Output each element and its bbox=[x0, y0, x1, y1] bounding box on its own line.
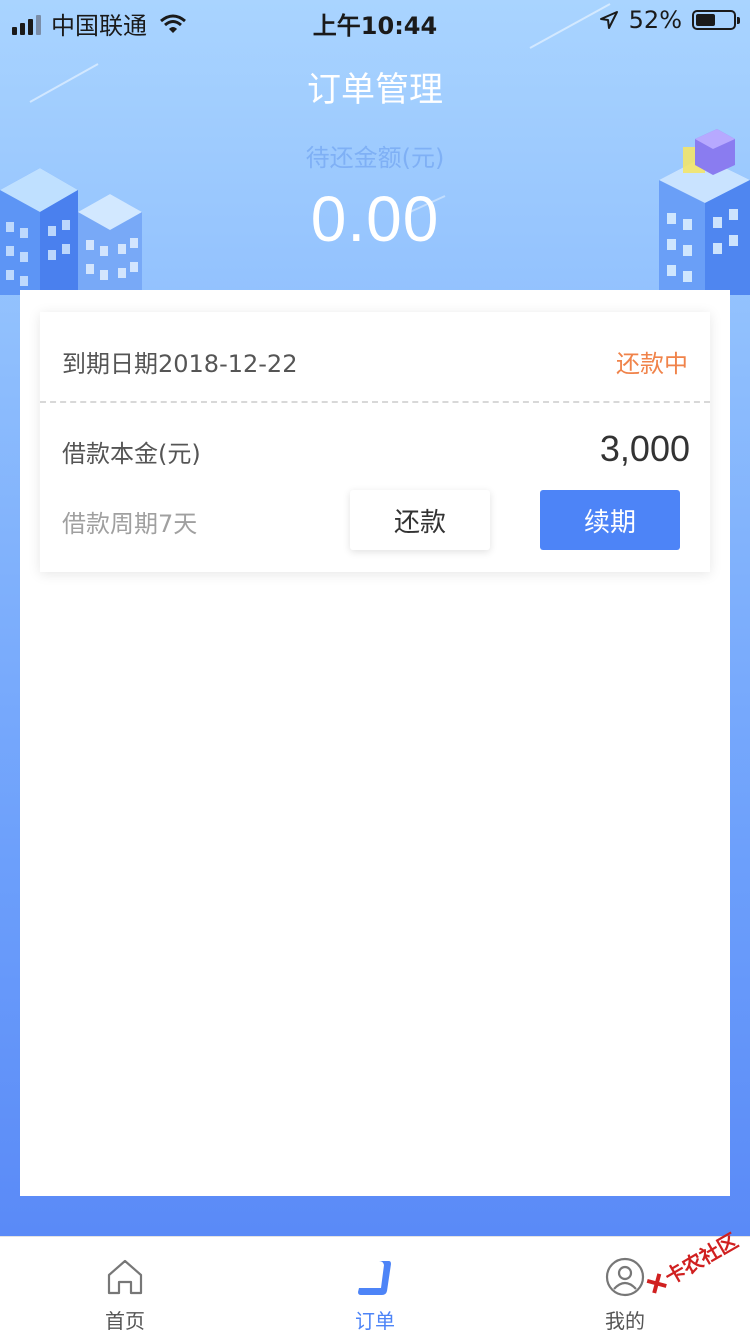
tab-orders[interactable]: 订单 bbox=[250, 1237, 500, 1335]
tab-profile-label: 我的 bbox=[605, 1309, 645, 1333]
order-status-badge: 还款中 bbox=[616, 350, 688, 378]
profile-icon bbox=[605, 1257, 645, 1297]
tab-home[interactable]: 首页 bbox=[0, 1237, 250, 1335]
page-title: 订单管理 bbox=[307, 70, 443, 110]
order-icon bbox=[358, 1261, 391, 1295]
due-date: 到期日期2018-12-22 bbox=[62, 350, 298, 378]
order-card: 到期日期2018-12-22 还款中 借款本金(元) 3,000 借款周期7天 … bbox=[40, 312, 710, 572]
outstanding-amount-value: 0.00 bbox=[310, 183, 440, 255]
battery-icon bbox=[692, 10, 740, 30]
principal-label: 借款本金(元) bbox=[62, 440, 201, 468]
home-icon bbox=[107, 1259, 143, 1295]
location-arrow-icon bbox=[599, 11, 618, 29]
renew-button[interactable]: 续期 bbox=[540, 490, 680, 550]
dashed-divider bbox=[40, 401, 710, 403]
bottom-tab-bar: 首页 订单 我的 bbox=[0, 1236, 750, 1335]
status-bar: 中国联通 上午10:44 52% bbox=[0, 0, 750, 40]
battery-percent: 52% bbox=[628, 6, 682, 34]
outstanding-amount-label: 待还金额(元) bbox=[305, 144, 445, 172]
order-list-panel: 到期日期2018-12-22 还款中 借款本金(元) 3,000 借款周期7天 … bbox=[20, 290, 730, 1196]
loan-period: 借款周期7天 bbox=[62, 510, 198, 538]
principal-value: 3,000 bbox=[599, 428, 690, 469]
tab-home-label: 首页 bbox=[105, 1309, 145, 1333]
repay-button[interactable]: 还款 bbox=[350, 490, 490, 550]
battery-fill bbox=[696, 14, 715, 26]
tab-orders-label: 订单 bbox=[355, 1309, 395, 1333]
